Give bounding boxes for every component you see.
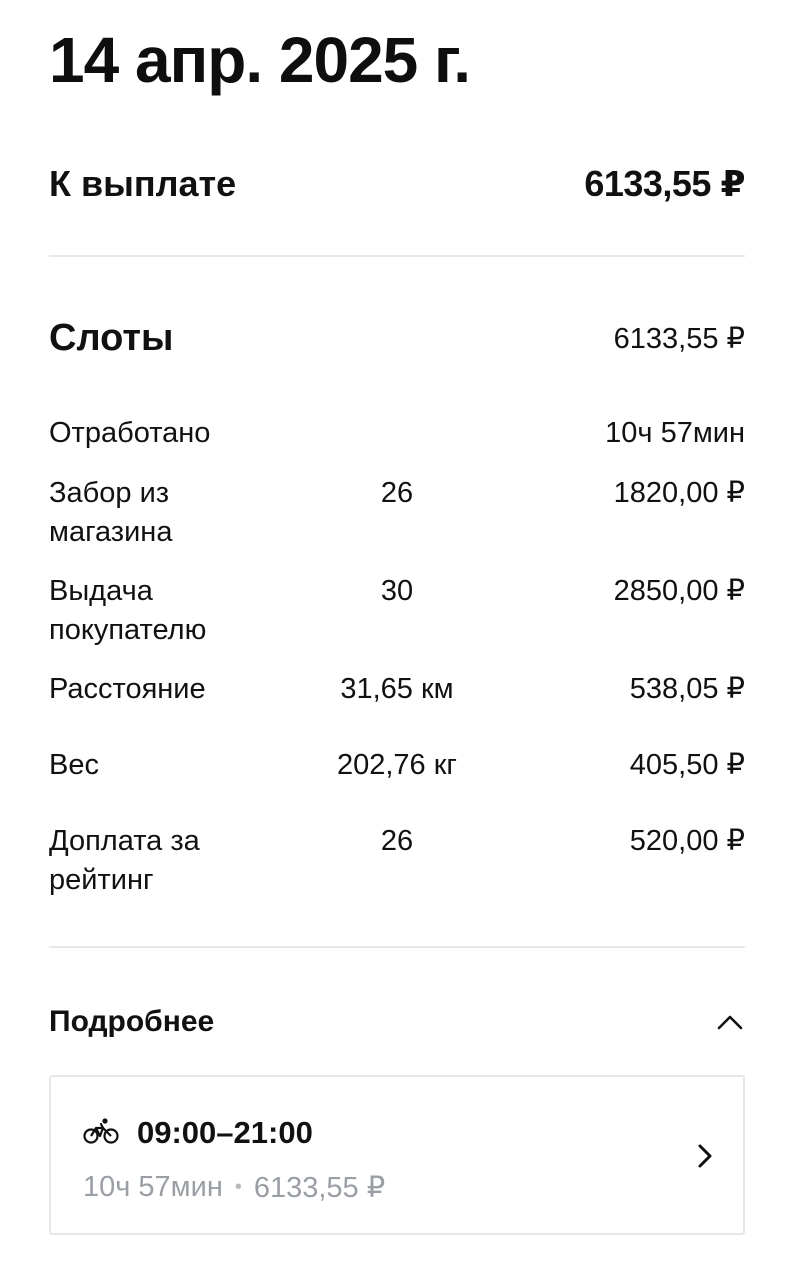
divider (49, 946, 745, 948)
slots-total: 6133,55 ₽ (613, 322, 745, 355)
slot-amount: 6133,55 ₽ (253, 1171, 386, 1204)
payout-summary: К выплате 6133,55 ₽ (49, 160, 745, 208)
details-title: Подробнее (49, 1005, 215, 1038)
row-label: Вес (49, 749, 99, 781)
row-qty: 30 (380, 575, 414, 607)
slots-title: Слоты (49, 316, 174, 359)
row-label: Отработано (49, 417, 211, 449)
row-amount: 538,05 ₽ (629, 673, 745, 705)
row-label: Выдача покупателю (49, 575, 207, 646)
row-amount: 1820,00 ₽ (613, 477, 745, 509)
row-amount: 2850,00 ₽ (613, 575, 745, 607)
row-amount: 520,00 ₽ (629, 825, 745, 857)
slot-time-row: 09:00–21:00 (83, 1113, 313, 1153)
chevron-up-icon[interactable] (715, 1007, 745, 1037)
row-qty: 26 (380, 825, 414, 857)
row-label: Расстояние (49, 673, 206, 705)
page-title: 14 апр. 2025 г. (49, 24, 471, 96)
earnings-day-page: 14 апр. 2025 г. К выплате 6133,55 ₽ Слот… (0, 0, 794, 1280)
row-qty: 202,76 кг (336, 749, 458, 781)
row-amount: 10ч 57мин (605, 417, 745, 449)
separator-dot: • (234, 1175, 242, 1198)
row-qty: 31,65 км (340, 673, 454, 705)
row-label: Забор из магазина (49, 477, 173, 548)
slot-duration: 10ч 57мин (83, 1170, 223, 1203)
slots-header: Слоты 6133,55 ₽ (49, 314, 745, 362)
slot-card[interactable]: 09:00–21:00 10ч 57мин • 6133,55 ₽ (49, 1075, 745, 1235)
payout-value: 6133,55 ₽ (584, 163, 745, 204)
slot-time: 09:00–21:00 (137, 1115, 313, 1150)
bicycle-icon (83, 1117, 119, 1150)
slot-meta: 10ч 57мин • 6133,55 ₽ (83, 1167, 385, 1207)
divider (49, 255, 745, 257)
row-qty: 26 (380, 477, 414, 509)
row-amount: 405,50 ₽ (629, 749, 745, 781)
details-toggle[interactable]: Подробнее (49, 1000, 745, 1044)
row-label: Доплата за рейтинг (49, 825, 200, 896)
chevron-right-icon[interactable] (693, 1141, 717, 1171)
payout-label: К выплате (49, 163, 237, 204)
